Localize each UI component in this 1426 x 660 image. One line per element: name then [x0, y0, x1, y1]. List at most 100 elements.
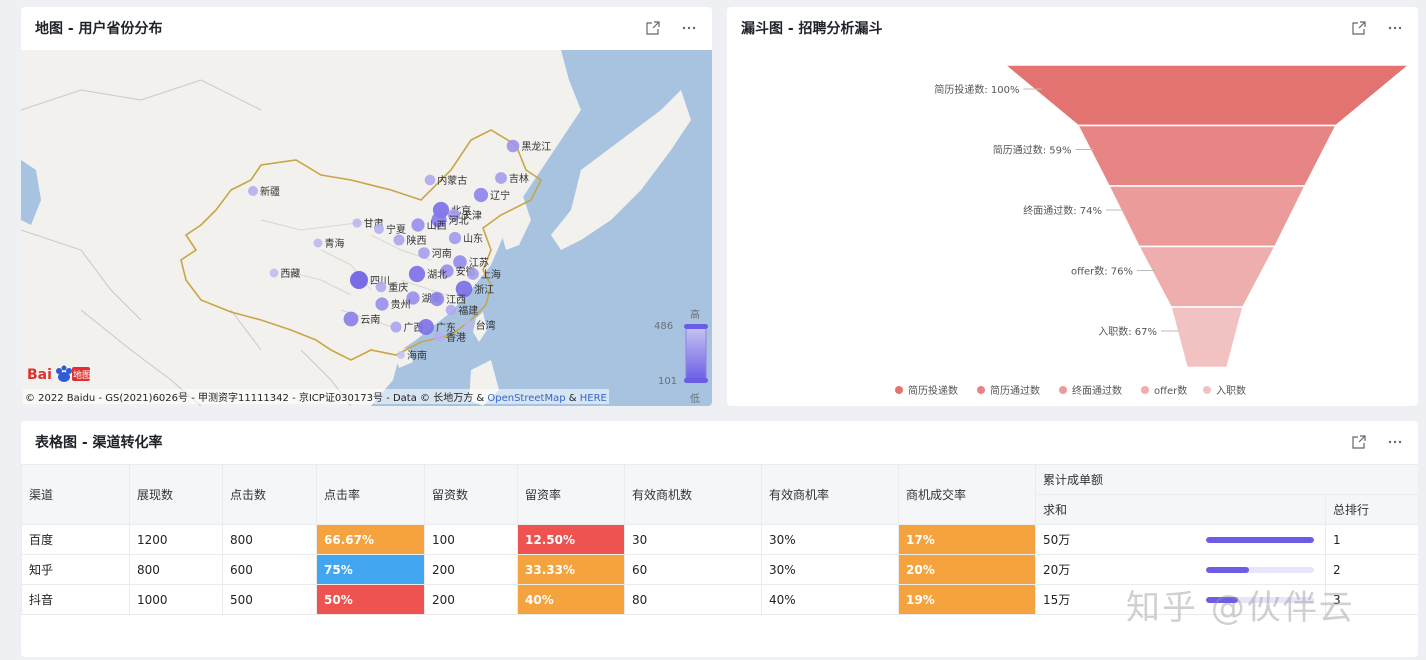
funnel-legend-item[interactable]: offer数 [1141, 382, 1187, 397]
province-label: 宁夏 [386, 223, 406, 236]
province-marker[interactable] [418, 247, 430, 259]
more-icon[interactable] [680, 19, 698, 37]
province-marker[interactable] [429, 291, 445, 307]
province-marker[interactable] [375, 297, 389, 311]
funnel-chart[interactable]: 简历投递数: 100% 简历通过数: 59% 终面通过数: 74% offer数: 7… [727, 57, 1418, 397]
expand-icon[interactable] [1350, 19, 1368, 37]
more-icon[interactable] [1386, 433, 1404, 451]
cell-ctr: 50% [316, 584, 425, 615]
table-card-header: 表格图 - 渠道转化率 [21, 421, 1418, 463]
funnel-segment[interactable] [1002, 64, 1412, 127]
cell-clicks: 500 [222, 584, 317, 615]
funnel-segment[interactable] [1076, 124, 1338, 187]
column-header[interactable]: 有效商机率 [761, 464, 899, 525]
funnel-legend-item[interactable]: 入职数 [1203, 382, 1246, 397]
funnel-legend-label: offer数 [1154, 386, 1188, 397]
map-copyright: © 2022 Baidu - GS(2021)6026号 - 甲测资字11111… [23, 389, 609, 404]
funnel-segment[interactable] [1170, 306, 1244, 369]
province-marker[interactable] [390, 321, 402, 333]
cell-impressions: 1000 [129, 584, 223, 615]
sum-bar-fill [1206, 536, 1314, 543]
cell-rank: 1 [1324, 524, 1418, 555]
table-header-row: 渠道 展现数 点击数 点击率 留资数 留资率 有效商机数 有效商机率 商机成交率 累计成单额 [21, 464, 1418, 525]
svg-text:Bai: Bai [27, 367, 52, 383]
column-header[interactable]: 商机成交率 [898, 464, 1036, 525]
group-column-header[interactable]: 累计成单额 [1034, 464, 1418, 495]
sum-value: 15万 [1043, 593, 1071, 607]
province-marker[interactable] [352, 218, 362, 228]
province-label: 陕西 [407, 234, 427, 247]
province-marker[interactable] [467, 268, 479, 280]
column-header[interactable]: 有效商机数 [624, 464, 762, 525]
legend-dot-icon [1203, 385, 1211, 394]
openstreetmap-link[interactable]: OpenStreetMap [487, 393, 565, 404]
province-marker[interactable] [506, 139, 520, 153]
legend-gradient-bar [685, 326, 707, 382]
funnel-stage-label: 简历通过数: 59% [993, 144, 1072, 157]
province-marker[interactable] [495, 172, 507, 184]
funnel-legend-label: 入职数 [1216, 386, 1246, 397]
province-label: 云南 [360, 313, 380, 326]
province-marker[interactable] [269, 268, 279, 278]
province-marker[interactable] [350, 271, 368, 289]
province-label: 江西 [446, 294, 466, 306]
sum-value: 20万 [1043, 563, 1071, 577]
legend-dot-icon [895, 385, 903, 394]
funnel-stage-label: offer数: 76% [1071, 265, 1133, 278]
province-marker[interactable] [248, 186, 258, 196]
expand-icon[interactable] [1350, 433, 1368, 451]
province-label: 湖北 [427, 269, 447, 281]
map-card: 地图 - 用户省份分布 黑龙江 吉林 辽宁 内蒙古 新疆 北京 天津 河北 甘肃 宁夏 山西 [21, 7, 712, 406]
province-marker[interactable] [375, 281, 387, 293]
province-marker[interactable] [343, 311, 359, 327]
here-link[interactable]: HERE [580, 393, 607, 404]
column-header[interactable]: 点击率 [316, 464, 425, 525]
column-header[interactable]: 展现数 [129, 464, 223, 525]
province-marker[interactable] [464, 320, 474, 330]
province-marker[interactable] [424, 174, 436, 186]
province-marker[interactable] [393, 234, 405, 246]
cell-clicks: 800 [222, 524, 317, 555]
cell-clicks: 600 [222, 554, 317, 585]
table-row[interactable]: 百度 1200 800 66.67% 100 12.50% 30 30% 17% 50万 1 [21, 524, 1418, 555]
legend-handle-top [684, 324, 708, 329]
province-marker[interactable] [397, 351, 405, 359]
cell-opp-rate: 30% [761, 524, 899, 555]
funnel-segment[interactable] [1107, 185, 1307, 248]
province-marker[interactable] [434, 332, 444, 342]
province-marker[interactable] [448, 231, 462, 245]
province-marker[interactable] [313, 238, 323, 248]
copyright-text: © 2022 Baidu - GS(2021)6026号 - 甲测资字11111… [25, 393, 485, 404]
cell-opp-rate: 40% [761, 584, 899, 615]
legend-low-label: 低 [690, 394, 700, 405]
cell-opps: 60 [624, 554, 762, 585]
column-header[interactable]: 点击数 [222, 464, 317, 525]
cell-opps: 80 [624, 584, 762, 615]
funnel-segment[interactable] [1137, 245, 1277, 308]
province-label: 青海 [325, 237, 345, 250]
province-marker[interactable] [445, 304, 457, 316]
sub-column-header[interactable]: 求和 [1035, 494, 1326, 525]
funnel-stage-label: 终面通过数: 74% [1023, 204, 1102, 217]
cell-close-rate: 17% [898, 524, 1036, 555]
map-area[interactable]: 黑龙江 吉林 辽宁 内蒙古 新疆 北京 天津 河北 甘肃 宁夏 山西 陕西 山东 青海 河南 江苏 安徽 上海 湖北… [21, 50, 712, 406]
province-label: 浙江 [474, 284, 494, 296]
province-marker[interactable] [374, 224, 384, 234]
column-header[interactable]: 留资数 [424, 464, 518, 525]
sum-bar-fill [1206, 566, 1250, 573]
province-marker[interactable] [411, 218, 425, 232]
expand-icon[interactable] [644, 19, 662, 37]
map-canvas[interactable]: 黑龙江吉林辽宁内蒙古新疆北京天津河北甘肃宁夏 山西陕西 山东青海河南江苏安徽 上海湖北… [21, 50, 712, 406]
province-marker[interactable] [418, 319, 434, 335]
funnel-legend-item[interactable]: 终面通过数 [1059, 382, 1122, 397]
more-icon[interactable] [1386, 19, 1404, 37]
funnel-legend-item[interactable]: 简历投递数 [895, 382, 958, 397]
column-header[interactable]: 渠道 [21, 464, 130, 525]
province-label: 重庆 [388, 281, 408, 294]
column-header[interactable]: 留资率 [517, 464, 625, 525]
province-marker[interactable] [408, 265, 426, 283]
province-marker[interactable] [473, 187, 489, 203]
funnel-legend-item[interactable]: 简历通过数 [977, 382, 1040, 397]
sub-column-header[interactable]: 总排行 [1324, 494, 1418, 525]
baidu-map-logo: Bai 地图 [25, 363, 91, 385]
